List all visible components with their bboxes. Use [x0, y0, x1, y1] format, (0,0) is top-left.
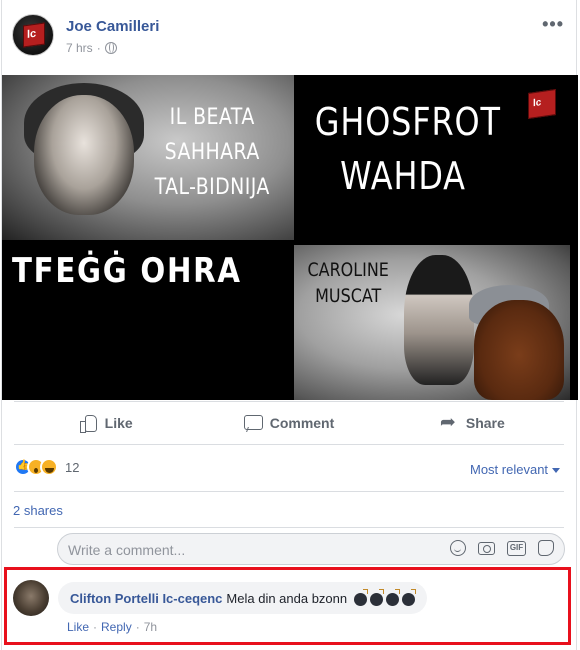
divider	[14, 527, 564, 528]
comment-actions: Like · Reply · 7h	[67, 620, 157, 634]
post-image[interactable]: IL BEATA SAHHARA TAL-BIDNIJA GHOSFROT WA…	[2, 75, 578, 400]
comment-bubble: Clifton Portelli Ic-ceqenc Mela din anda…	[58, 582, 428, 614]
emoji-icon[interactable]	[450, 540, 466, 556]
post-card: lc Joe Camilleri 7 hrs · ••• IL BEATA SA…	[1, 0, 578, 650]
image-panel-bottom-right: CAROLINE MUSCAT	[294, 245, 570, 400]
portrait-woman-photo	[404, 255, 474, 385]
comment-input-box: GIF	[57, 533, 565, 565]
commenter-name[interactable]: Clifton Portelli Ic-ceqenc	[70, 591, 222, 606]
comment-sort-dropdown[interactable]: Most relevant	[470, 462, 561, 477]
caption-line: CAROLINE	[307, 259, 389, 281]
caption-line: MUSCAT	[315, 285, 382, 307]
comment-separator: ·	[93, 620, 98, 634]
like-button[interactable]: Like	[14, 402, 197, 444]
comment-input[interactable]	[68, 540, 428, 560]
bomb-icon	[354, 588, 369, 606]
post-action-bar: Like Comment Share	[14, 401, 564, 445]
post-time[interactable]: 7 hrs	[66, 41, 93, 55]
divider	[14, 491, 564, 492]
share-button[interactable]: Share	[381, 402, 564, 444]
haha-reaction-icon	[40, 458, 58, 476]
caret-down-icon	[552, 468, 561, 474]
globe-icon[interactable]	[104, 42, 117, 54]
bomb-icon	[370, 588, 385, 606]
post-meta: 7 hrs ·	[66, 41, 117, 55]
comment-time[interactable]: 7h	[144, 620, 157, 634]
comment-button[interactable]: Comment	[197, 402, 380, 444]
image-caption-top-right: GHOSFROT WAHDA	[314, 95, 501, 203]
dog-photo	[474, 300, 564, 400]
image-caption-bottom-right: CAROLINE MUSCAT	[302, 257, 394, 309]
image-logo-icon: lc	[528, 89, 556, 119]
logo-cube-icon: lc	[23, 22, 45, 48]
share-arrow-icon	[440, 411, 458, 434]
speech-bubble-icon	[243, 414, 263, 432]
comment-text: Mela din anda bzonn	[226, 590, 348, 606]
image-caption-middle-left: TFEĠĠ OHRA	[12, 251, 242, 291]
portrait-woman-face	[34, 95, 134, 215]
sort-label: Most relevant	[470, 462, 549, 477]
reaction-count[interactable]: 12	[65, 460, 79, 475]
more-dots-icon[interactable]: •••	[542, 14, 564, 35]
camera-icon[interactable]	[478, 541, 495, 555]
comment-separator: ·	[135, 620, 140, 634]
reaction-summary[interactable]: 12	[14, 458, 79, 476]
comment-reply-link[interactable]: Reply	[101, 620, 132, 634]
meta-separator: ·	[96, 41, 101, 55]
commenter-avatar[interactable]	[13, 580, 49, 616]
bomb-icon	[386, 588, 401, 606]
caption-line: SAHHARA	[164, 140, 260, 165]
avatar-logo-text: lc	[27, 27, 37, 41]
sticker-icon[interactable]	[538, 540, 554, 556]
image-panel-top-left: IL BEATA SAHHARA TAL-BIDNIJA	[2, 75, 294, 240]
caption-line: WAHDA	[340, 154, 466, 198]
caption-line: IL BEATA	[169, 105, 255, 130]
share-count-link[interactable]: 2 shares	[13, 503, 63, 518]
gif-icon[interactable]: GIF	[507, 540, 526, 556]
image-logo-text: lc	[533, 97, 542, 110]
like-label: Like	[104, 415, 133, 431]
bomb-icon	[402, 588, 417, 606]
poster-name[interactable]: Joe Camilleri	[66, 18, 159, 35]
caption-line: TAL-BIDNIJA	[154, 175, 270, 200]
image-caption-top-left: IL BEATA SAHHARA TAL-BIDNIJA	[152, 100, 272, 205]
comment-like-link[interactable]: Like	[67, 620, 89, 634]
poster-avatar[interactable]: lc	[12, 14, 54, 56]
caption-line: GHOSFROT	[314, 100, 501, 144]
comment-label: Comment	[269, 415, 335, 431]
comment-input-tools: GIF	[450, 540, 554, 556]
thumbs-up-icon	[79, 414, 97, 433]
share-label: Share	[465, 415, 505, 431]
